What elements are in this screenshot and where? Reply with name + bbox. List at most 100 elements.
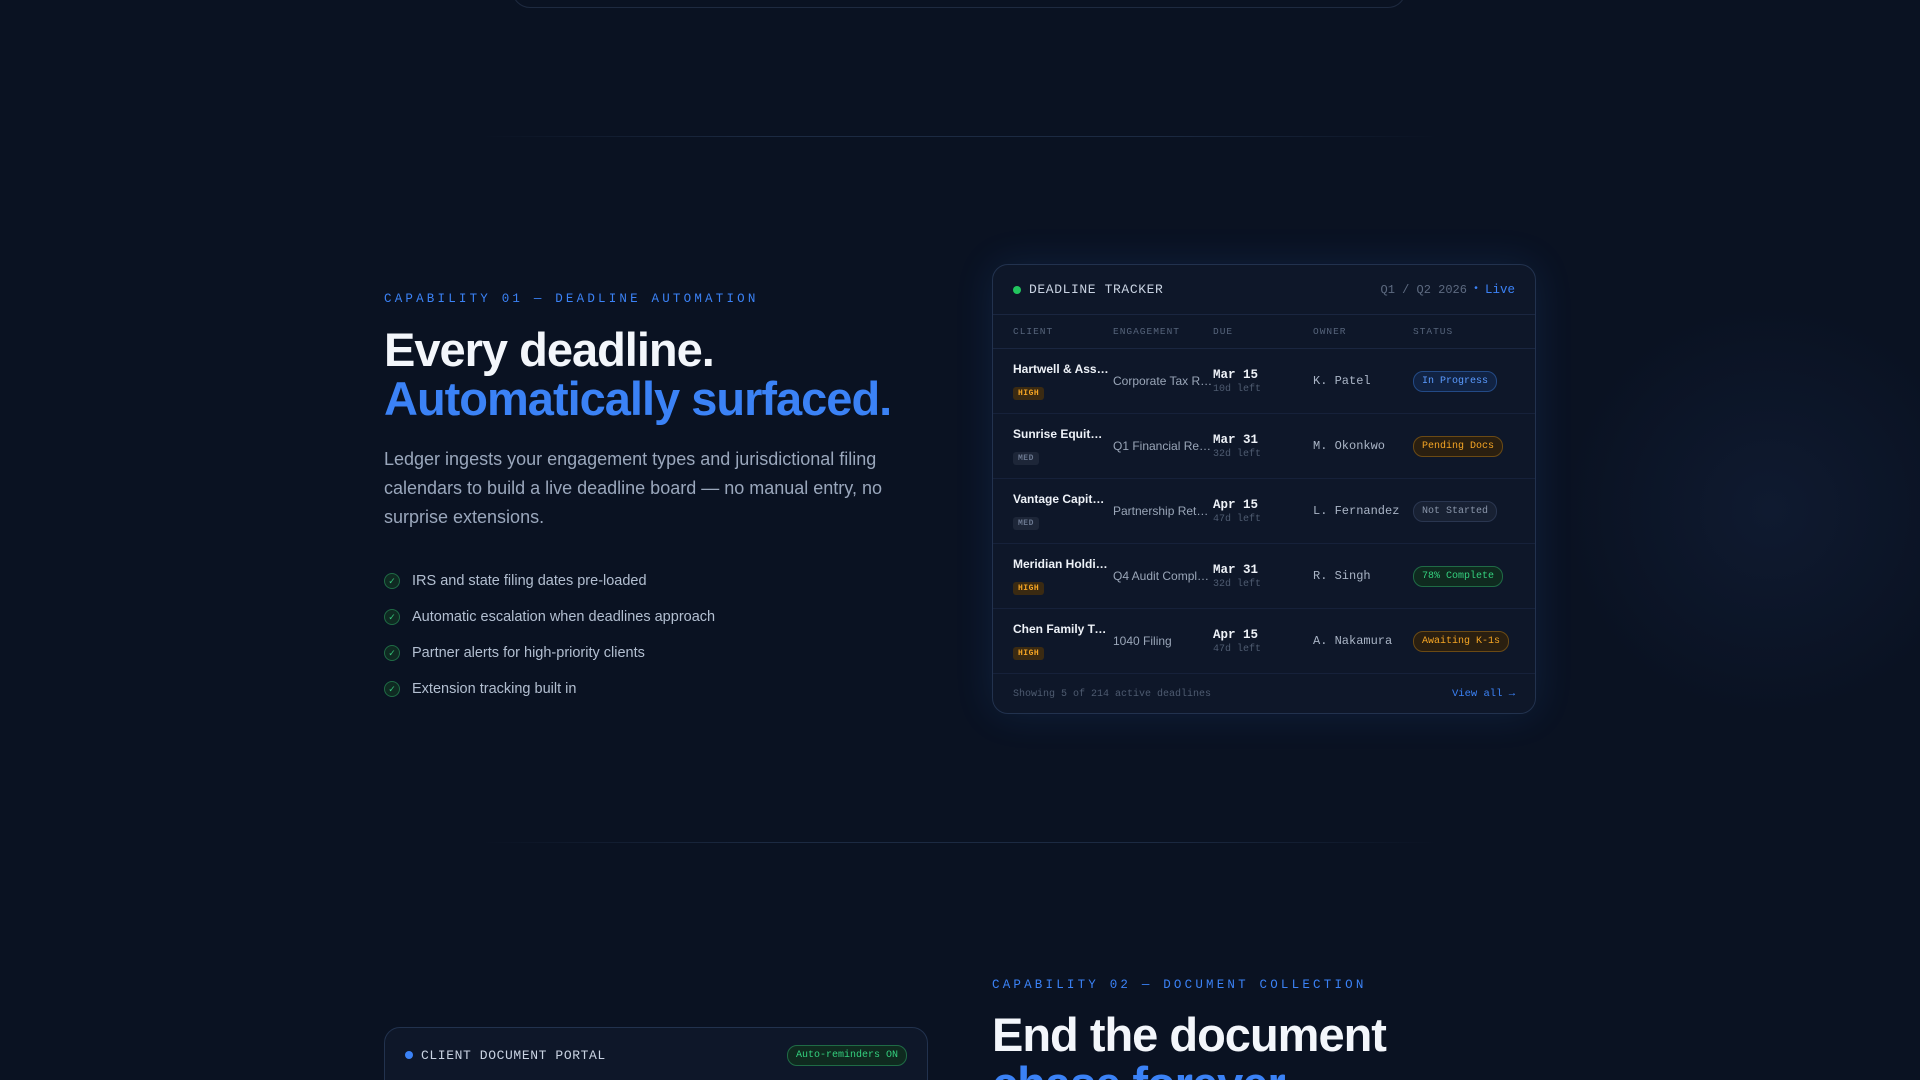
feature-label: Extension tracking built in bbox=[412, 681, 577, 697]
capability-01-description: Ledger ingests your engagement types and… bbox=[384, 449, 882, 527]
engagement-cell: Q4 Audit Completion bbox=[1113, 569, 1213, 583]
live-indicator: Live bbox=[1484, 282, 1515, 297]
column-header-status: STATUS bbox=[1413, 326, 1454, 337]
live-status-dot-icon bbox=[1013, 285, 1021, 294]
showing-count: Showing 5 of 214 active deadlines bbox=[1013, 688, 1212, 700]
engagement-cell: 1040 Filing bbox=[1113, 634, 1172, 648]
status-cell: Not Started bbox=[1413, 500, 1533, 522]
client-cell: Vantage Capital Group MED bbox=[1013, 492, 1113, 530]
feature-item: ✓ Extension tracking built in bbox=[384, 671, 715, 707]
status-badge: Not Started bbox=[1413, 501, 1498, 522]
due-date: Mar 15 bbox=[1213, 367, 1259, 382]
portal-title: CLIENT DOCUMENT PORTAL bbox=[421, 1047, 606, 1063]
priority-badge: MED bbox=[1013, 452, 1039, 465]
background-glow bbox=[1560, 300, 1920, 720]
priority-badge: HIGH bbox=[1013, 387, 1045, 400]
days-left: 47d left bbox=[1213, 513, 1262, 525]
portal-title-group: CLIENT DOCUMENT PORTAL bbox=[405, 1048, 606, 1063]
check-icon: ✓ bbox=[384, 609, 400, 625]
feature-item: ✓ Automatic escalation when deadlines app… bbox=[384, 599, 715, 635]
tracker-period-group: Q1 / Q2 2026 • Live bbox=[1381, 283, 1515, 297]
tracker-title: DEADLINE TRACKER bbox=[1029, 282, 1164, 297]
column-header-client: CLIENT bbox=[1013, 326, 1054, 337]
headline-line-1: End the document bbox=[992, 1008, 1387, 1061]
status-badge: Pending Docs bbox=[1413, 436, 1504, 457]
tracker-footer: Showing 5 of 214 active deadlines View a… bbox=[993, 674, 1535, 713]
table-row[interactable]: Meridian Holdings HIGH Q4 Audit Completi… bbox=[993, 544, 1535, 609]
check-icon: ✓ bbox=[384, 573, 400, 589]
due-date: Mar 31 bbox=[1213, 562, 1259, 577]
bullet-icon: • bbox=[1472, 284, 1479, 295]
section-divider bbox=[480, 842, 1440, 843]
due-date: Apr 15 bbox=[1213, 497, 1259, 512]
table-header: CLIENT ENGAGEMENT DUE OWNER STATUS bbox=[993, 315, 1535, 349]
owner-cell: R. Singh bbox=[1313, 569, 1371, 583]
capability-01-eyebrow: CAPABILITY 01 — DEADLINE AUTOMATION bbox=[384, 292, 759, 306]
status-badge: In Progress bbox=[1413, 371, 1498, 392]
portal-status-dot-icon bbox=[405, 1051, 413, 1059]
table-row[interactable]: Vantage Capital Group MED Partnership Re… bbox=[993, 479, 1535, 544]
owner-cell: A. Nakamura bbox=[1313, 634, 1393, 648]
client-name: Sunrise Equity Partners bbox=[1013, 427, 1109, 441]
due-cell: Apr 15 47d left bbox=[1213, 628, 1313, 655]
days-left: 32d left bbox=[1213, 578, 1262, 590]
engagement-cell: Corporate Tax Return bbox=[1113, 374, 1213, 388]
client-cell: Meridian Holdings HIGH bbox=[1013, 557, 1113, 595]
tracker-title-group: DEADLINE TRACKER bbox=[1013, 282, 1163, 297]
deadline-tracker-card: DEADLINE TRACKER Q1 / Q2 2026 • Live CLI… bbox=[992, 264, 1536, 714]
due-date: Apr 15 bbox=[1213, 627, 1259, 642]
client-name: Hartwell & Associates bbox=[1013, 362, 1109, 376]
headline-line-2: chase forever. bbox=[992, 1059, 1386, 1080]
headline-line-2: Automatically surfaced. bbox=[384, 372, 892, 425]
priority-badge: HIGH bbox=[1013, 582, 1045, 595]
due-cell: Mar 15 10d left bbox=[1213, 368, 1313, 395]
capability-02-headline: End the document chase forever. bbox=[992, 1008, 1387, 1080]
owner-cell: L. Fernandez bbox=[1313, 504, 1400, 518]
capability-02-eyebrow: CAPABILITY 02 — DOCUMENT COLLECTION bbox=[992, 978, 1367, 992]
owner-cell: K. Patel bbox=[1313, 374, 1371, 388]
engagement-cell: Q1 Financial Review bbox=[1113, 439, 1213, 453]
check-icon: ✓ bbox=[384, 681, 400, 697]
due-cell: Apr 15 47d left bbox=[1213, 498, 1313, 525]
view-all-link[interactable]: View all → bbox=[1452, 688, 1515, 700]
capability-01-headline: Every deadline. Automatically surfaced. bbox=[384, 323, 892, 425]
client-cell: Hartwell & Associates HIGH bbox=[1013, 362, 1113, 400]
column-header-owner: OWNER bbox=[1313, 326, 1347, 337]
due-date: Mar 31 bbox=[1213, 432, 1259, 447]
days-left: 32d left bbox=[1213, 448, 1262, 460]
table-row[interactable]: Sunrise Equity Partners MED Q1 Financial… bbox=[993, 414, 1535, 479]
due-cell: Mar 31 32d left bbox=[1213, 433, 1313, 460]
priority-badge: MED bbox=[1013, 517, 1039, 530]
due-cell: Mar 31 32d left bbox=[1213, 563, 1313, 590]
status-cell: Pending Docs bbox=[1413, 435, 1533, 457]
owner-cell: M. Okonkwo bbox=[1313, 439, 1386, 453]
tracker-period: Q1 / Q2 2026 bbox=[1380, 282, 1467, 297]
portal-header: CLIENT DOCUMENT PORTAL Auto-reminders ON bbox=[385, 1028, 927, 1080]
headline-line-1: Every deadline. bbox=[384, 323, 715, 376]
engagement-cell: Partnership Return bbox=[1113, 504, 1213, 518]
table-row[interactable]: Hartwell & Associates HIGH Corporate Tax… bbox=[993, 349, 1535, 414]
auto-reminders-badge: Auto-reminders ON bbox=[786, 1044, 907, 1066]
section-divider bbox=[480, 136, 1440, 137]
client-name: Meridian Holdings bbox=[1013, 557, 1109, 571]
client-cell: Chen Family Trust HIGH bbox=[1013, 622, 1113, 660]
feature-label: Partner alerts for high-priority clients bbox=[412, 645, 645, 661]
status-badge: 78% Complete bbox=[1413, 566, 1504, 587]
client-cell: Sunrise Equity Partners MED bbox=[1013, 427, 1113, 465]
status-cell: 78% Complete bbox=[1413, 565, 1533, 587]
feature-item: ✓ Partner alerts for high-priority client… bbox=[384, 635, 715, 671]
table-row[interactable]: Chen Family Trust HIGH 1040 Filing Apr 1… bbox=[993, 609, 1535, 674]
client-name: Vantage Capital Group bbox=[1013, 492, 1109, 506]
days-left: 47d left bbox=[1213, 643, 1262, 655]
feature-list: ✓ IRS and state filing dates pre-loaded ✓… bbox=[384, 563, 715, 707]
tracker-header: DEADLINE TRACKER Q1 / Q2 2026 • Live bbox=[993, 265, 1535, 315]
column-header-due: DUE bbox=[1213, 326, 1234, 337]
feature-item: ✓ IRS and state filing dates pre-loaded bbox=[384, 563, 715, 599]
status-badge: Awaiting K-1s bbox=[1413, 631, 1510, 652]
status-cell: Awaiting K-1s bbox=[1413, 630, 1533, 652]
check-icon: ✓ bbox=[384, 645, 400, 661]
column-header-engagement: ENGAGEMENT bbox=[1113, 326, 1181, 337]
feature-label: IRS and state filing dates pre-loaded bbox=[412, 573, 647, 589]
previous-card-edge bbox=[512, 0, 1406, 8]
client-document-portal-card: CLIENT DOCUMENT PORTAL Auto-reminders ON bbox=[384, 1027, 928, 1080]
